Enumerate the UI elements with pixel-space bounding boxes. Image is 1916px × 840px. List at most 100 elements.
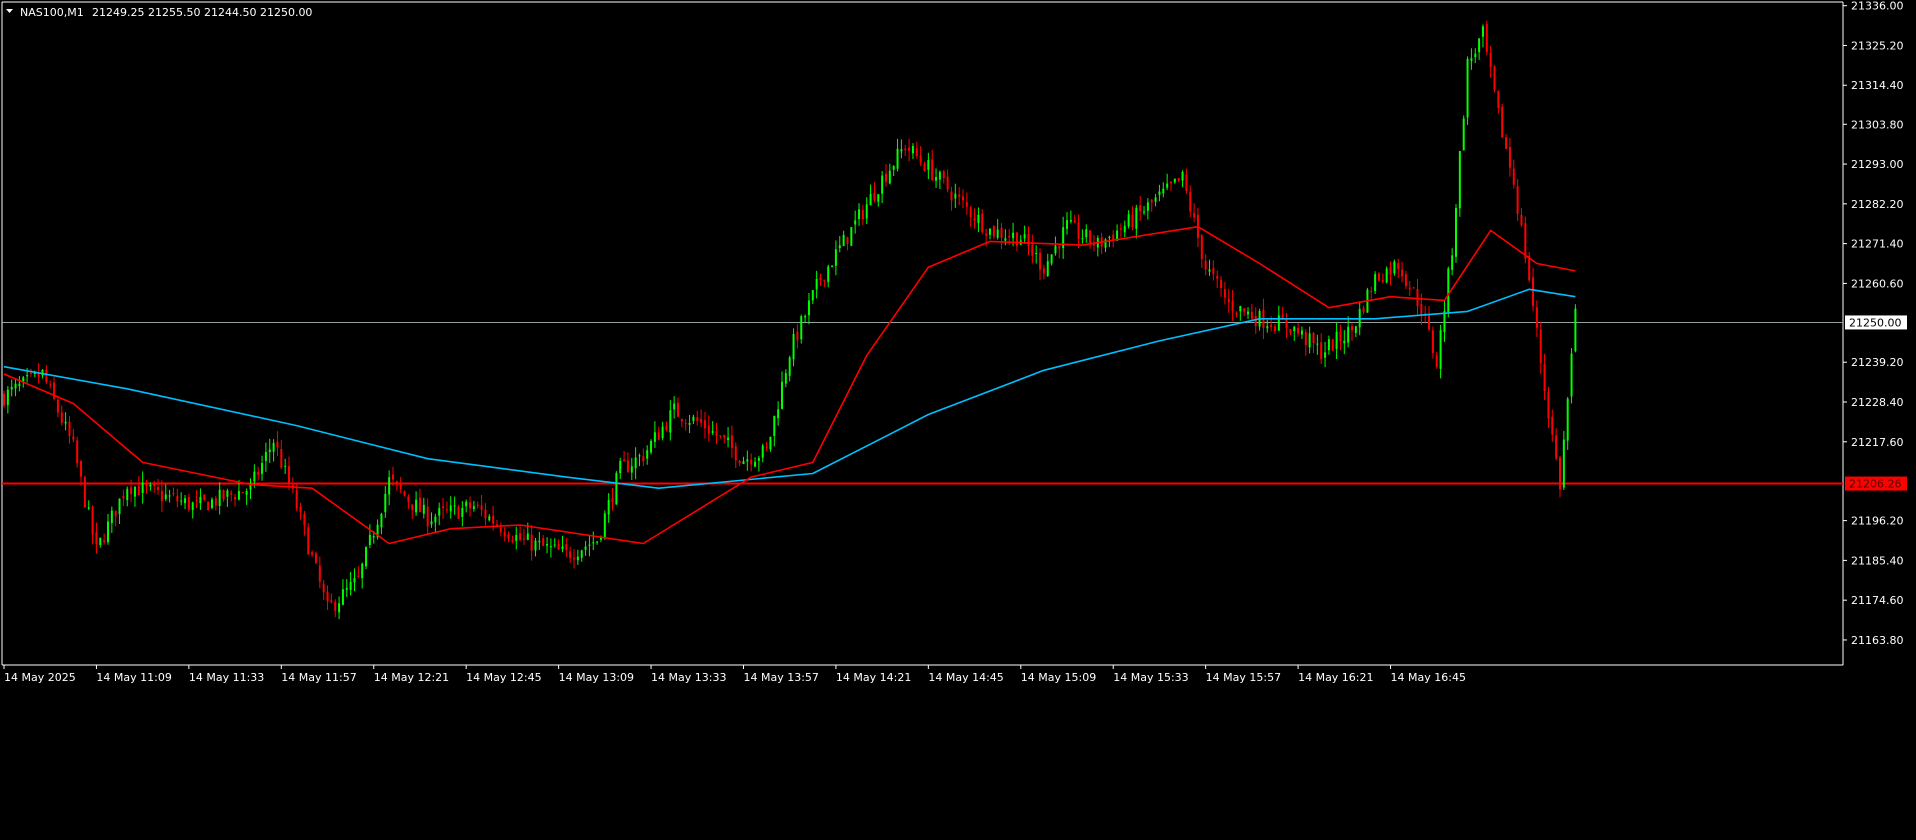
candle-body (1200, 235, 1203, 260)
candle-body (1073, 220, 1076, 223)
candle-body (985, 233, 988, 236)
candle-body (777, 409, 780, 419)
candle-body (588, 544, 591, 546)
candle-body (1431, 330, 1434, 353)
candle-body (68, 421, 71, 437)
candle-body (103, 540, 106, 543)
candle-body (603, 513, 606, 539)
candle-body (6, 389, 9, 406)
candle-body (465, 501, 468, 507)
candle-body (380, 513, 383, 528)
candle-body (1185, 174, 1188, 192)
x-tick-label: 14 May 12:45 (466, 671, 541, 684)
candle-body (1574, 308, 1577, 352)
x-tick-label: 14 May 14:45 (928, 671, 1003, 684)
ohlc-values: 21249.25 21255.50 21244.50 21250.00 (92, 6, 312, 19)
candle-body (938, 171, 941, 180)
candle-body (723, 434, 726, 438)
y-tick-label: 21282.20 (1851, 198, 1904, 211)
candle-body (1501, 106, 1504, 138)
candle-body (499, 527, 502, 533)
candle-body (1312, 332, 1315, 344)
candle-body (361, 563, 364, 579)
candle-body (965, 202, 968, 207)
candle-body (438, 508, 441, 516)
candle-body (488, 516, 491, 521)
candle-body (388, 477, 391, 495)
candle-body (1451, 255, 1454, 270)
candle-body (542, 538, 545, 546)
candle-body (484, 509, 487, 519)
candle-body (1177, 178, 1180, 181)
candle-body (565, 544, 568, 551)
x-tick-label: 14 May 11:57 (281, 671, 356, 684)
y-tick-label: 21293.00 (1851, 158, 1904, 171)
candle-body (276, 441, 279, 448)
candle-body (1558, 457, 1561, 490)
candle-body (99, 537, 102, 545)
candle-body (1035, 252, 1038, 255)
candle-body (692, 416, 695, 421)
candle-body (927, 160, 930, 170)
candle-body (665, 425, 668, 430)
candle-body (18, 383, 21, 387)
candle-body (1320, 342, 1323, 360)
candle-body (623, 459, 626, 462)
candle-body (372, 536, 375, 538)
candle-body (553, 544, 556, 546)
candle-body (815, 278, 818, 290)
candle-body (1339, 331, 1342, 342)
candle-body (237, 491, 240, 500)
candle-body (1401, 269, 1404, 277)
candle-body (415, 499, 418, 513)
symbol-header[interactable]: NAS100,M1 21249.25 21255.50 21244.50 212… (6, 6, 312, 19)
candle-body (1377, 273, 1380, 281)
candle-body (1335, 332, 1338, 349)
candle-body (1412, 287, 1415, 289)
candle-body (962, 196, 965, 201)
candle-body (1308, 333, 1311, 348)
candle-body (83, 477, 86, 508)
candle-body (657, 432, 660, 440)
price-chart[interactable]: 21336.00 21325.20 21314.40 21303.80 21293.00… (0, 0, 1916, 840)
candle-body (176, 496, 179, 502)
candle-body (1270, 324, 1273, 327)
candle-body (1181, 172, 1184, 181)
candle-body (611, 498, 614, 503)
candle-body (153, 484, 156, 486)
candle-body (403, 491, 406, 496)
candle-body (261, 463, 264, 474)
candle-body (1139, 205, 1142, 212)
candle-body (445, 509, 448, 511)
candle-body (1505, 137, 1508, 149)
candle-body (1481, 26, 1484, 37)
candle-body (1266, 326, 1269, 329)
candle-body (110, 510, 113, 523)
candle-body (199, 496, 202, 504)
candle-body (954, 193, 957, 199)
candle-body (996, 229, 999, 238)
candle-body (168, 495, 171, 497)
candle-body (449, 505, 452, 512)
candle-body (1166, 183, 1169, 188)
candle-body (831, 266, 834, 268)
candle-body (834, 249, 837, 266)
candle-body (422, 504, 425, 514)
candle-body (303, 514, 306, 526)
candle-body (522, 538, 525, 540)
candle-body (1208, 269, 1211, 272)
candle-body (788, 357, 791, 376)
candle-body (1466, 58, 1469, 118)
candle-body (842, 234, 845, 246)
candle-body (1539, 329, 1542, 364)
candle-body (295, 490, 298, 509)
candle-body (1046, 261, 1049, 277)
candle-body (761, 445, 764, 458)
candle-body (264, 452, 267, 461)
x-tick-label: 14 May 16:21 (1298, 671, 1373, 684)
candle-body (1042, 268, 1045, 274)
candle-body (1385, 268, 1388, 283)
candle-body (1547, 392, 1550, 419)
candle-body (727, 437, 730, 441)
candle-body (1131, 214, 1134, 228)
